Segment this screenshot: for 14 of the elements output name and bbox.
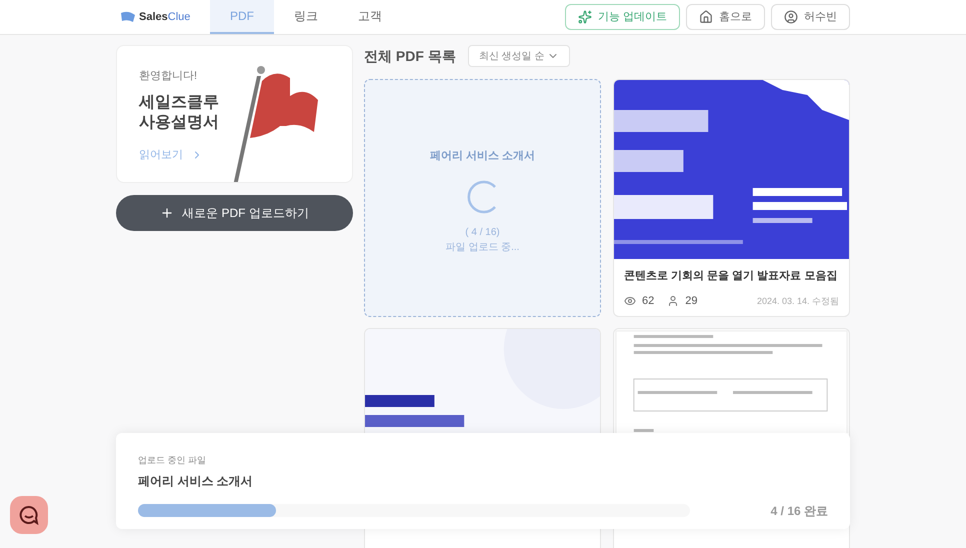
greeting-text: 환영합니다!	[139, 69, 198, 84]
pdf-title: 콘텐츠로 기회의 문을 열기 발표자료 모음집	[624, 269, 838, 283]
logo-text: SalesClue	[139, 10, 190, 25]
progress-count: 4 / 16 완료	[770, 502, 828, 520]
upload-status: 파일 업로드 중...	[446, 240, 520, 254]
date-text: 2024. 03. 14. 수정됨	[756, 294, 839, 308]
file-count: ( 4 / 16)	[465, 226, 500, 240]
panel-caption: 업로드 중인 파일	[138, 454, 208, 467]
file-name: 페어리 서비스 소개서	[430, 149, 536, 164]
panel-file-name: 페어리 서비스 소개서	[138, 472, 254, 490]
views-count: 62	[642, 294, 654, 309]
list-title: 전체 PDF 목록	[364, 46, 456, 66]
visitor-count: 29	[685, 294, 698, 309]
guide-title: 세일즈클루 사용설명서	[139, 92, 220, 132]
